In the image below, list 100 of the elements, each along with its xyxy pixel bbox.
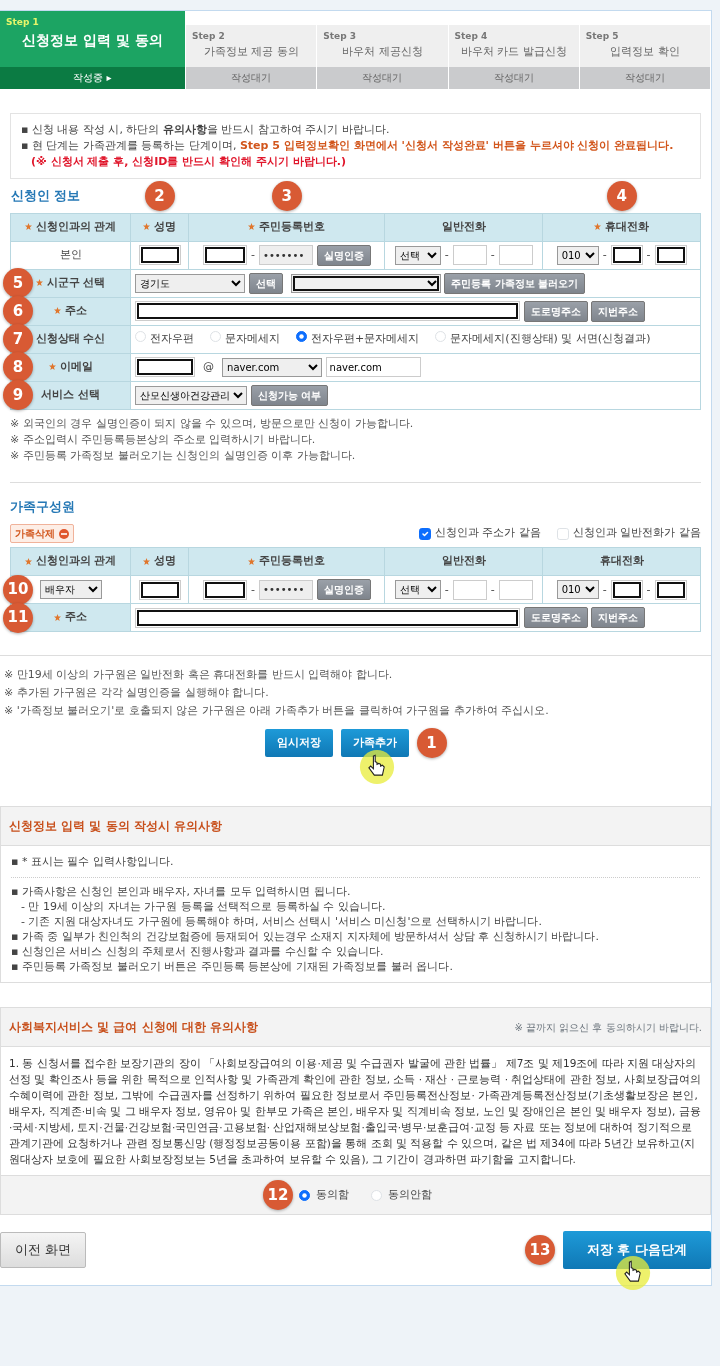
step-tab[interactable]: Step 3 바우처 제공신청 — [317, 25, 448, 67]
note-text: ※ 만19세 이상의 가구원은 일반전화 혹은 휴대전화를 반드시 입력해야 합니다. — [4, 667, 394, 683]
previous-button[interactable]: 이전 화면 — [0, 1232, 87, 1268]
row-label: 이메일 — [59, 359, 93, 373]
header-label: 휴대전화 — [599, 554, 644, 568]
notice-text: ▪ 신청 내용 작성 시, 하단의 유의사항을 반드시 참고하여 주시기 바랍니다. — [21, 122, 391, 138]
step-tab[interactable]: Step 4 바우처 카드 발급신청 — [448, 25, 579, 67]
required-icon — [143, 223, 151, 231]
row-label: 서비스 선택 — [41, 387, 100, 401]
required-icon — [248, 223, 256, 231]
header-label: 성명 — [154, 219, 177, 233]
box-title: 신청정보 입력 및 동의 작성시 유의사항 — [9, 818, 222, 835]
id-field[interactable]: ••••••• — [259, 245, 313, 265]
number-badge: 4 — [606, 180, 637, 211]
province-select[interactable]: 경기도 — [135, 273, 246, 293]
number-badge: 9 — [3, 380, 33, 410]
verify-button[interactable]: 실명인증 — [316, 244, 371, 266]
step-tab[interactable]: Step 1 신청정보 입력 및 동의 — [0, 11, 185, 67]
input-field[interactable] — [452, 579, 487, 600]
separator-text: - — [490, 248, 495, 261]
address-field[interactable] — [135, 301, 521, 321]
domain-select[interactable]: naver.com — [222, 357, 323, 377]
service-select[interactable]: 산모신생아건강관리 — [135, 385, 248, 405]
relation-select[interactable]: 배우자 — [39, 580, 102, 599]
row-label: 주소 — [65, 303, 88, 317]
input-field[interactable] — [203, 579, 248, 600]
row-label: 시군구 선택 — [46, 275, 106, 289]
input-field[interactable] — [654, 579, 687, 600]
number-badge: 5 — [3, 268, 33, 298]
number-badge: 3 — [271, 180, 302, 211]
required-icon — [35, 279, 43, 287]
input-field[interactable] — [203, 245, 248, 265]
required-icon — [143, 557, 151, 565]
input-field[interactable] — [452, 245, 487, 265]
select-field[interactable]: 선택 — [394, 245, 441, 265]
radio-label: 동의함 — [316, 1186, 349, 1203]
address-button[interactable]: 도로명주소 — [523, 607, 588, 628]
input-field[interactable] — [498, 579, 533, 600]
number-badge: 10 — [3, 574, 33, 605]
header-label: 일반전화 — [441, 219, 486, 233]
note-text: ※ '가족정보 불러오기'로 호출되지 않은 가구원은 아래 가족추가 버튼을 클릭하여 가구원을 추가하여 주십시오. — [4, 703, 550, 719]
required-icon — [594, 223, 602, 231]
select-field[interactable]: 010 — [556, 580, 599, 599]
note-text: ※ 주민등록 가족정보 불러오기는 신청인의 실명인증 이후 가능합니다. — [10, 447, 357, 464]
input-field[interactable] — [610, 579, 643, 600]
step-tab[interactable]: Step 5 입력정보 확인 — [579, 25, 710, 67]
input-field[interactable] — [138, 579, 181, 600]
radio-label: 문자메세지 — [225, 331, 281, 345]
address-button[interactable]: 지번주소 — [591, 607, 646, 628]
temp-save-button[interactable]: 임시저장 — [264, 729, 333, 757]
verify-button[interactable]: 실명인증 — [316, 579, 371, 600]
notice-text: ▪ 현 단계는 가족관계를 등록하는 단계이며, Step 5 입력정보확인 화면에서 '신청서 작성완료' 버튼을 누르셔야 신청이 완료됩니다. (※ 신청서 제출 후, 신청ID를 반드시 확인해 주시기 바랍니다.) — [21, 138, 675, 170]
address-button[interactable]: 지번주소 — [591, 300, 646, 322]
header-label: 신청인과의 관계 — [35, 554, 117, 568]
at-sign: @ — [203, 360, 215, 373]
number-badge: 6 — [3, 296, 33, 326]
step-status: 작성대기 — [448, 67, 579, 89]
load-family-button[interactable]: 주민등록 가족정보 불러오기 — [444, 272, 586, 294]
input-field[interactable] — [654, 245, 687, 265]
required-icon — [48, 363, 56, 371]
check-button[interactable]: 신청가능 여부 — [250, 384, 329, 406]
box-title: 사회복지서비스 및 급여 신청에 대한 유의사항 — [9, 1019, 258, 1036]
radio-button[interactable] — [296, 330, 308, 342]
step-tab[interactable]: Step 2 가족정보 제공 동의 — [186, 25, 317, 67]
radio-label: 전자우편+문자메세지 — [311, 331, 420, 345]
address-button[interactable]: 도로명주소 — [523, 300, 588, 322]
radio-label: 전자우편 — [150, 331, 195, 345]
domain-field[interactable]: naver.com — [325, 357, 421, 377]
step-status: 작성대기 — [579, 67, 710, 89]
input-field[interactable] — [138, 245, 181, 265]
header-label: 신청인과의 관계 — [35, 219, 117, 233]
separator-text: - — [602, 248, 607, 261]
delete-family-button[interactable]: 가족삭제 — [10, 524, 74, 543]
note-text: - 기존 지원 대상자녀도 가구원에 등록해야 하며, 서비스 선택시 '서비스 미신청'으로 선택하시기 바랍니다. — [20, 914, 543, 929]
input-field[interactable] — [135, 357, 196, 377]
required-icon — [248, 557, 256, 565]
number-badge: 1 — [416, 728, 447, 758]
separator-text: - — [646, 248, 651, 261]
separator-text: - — [490, 582, 495, 596]
id-field[interactable]: ••••••• — [259, 579, 313, 600]
row-label: 주소 — [65, 610, 88, 624]
select-field[interactable]: 선택 — [394, 580, 441, 599]
radio-button[interactable] — [299, 1189, 310, 1201]
required-icon — [54, 613, 62, 621]
number-badge: 2 — [144, 180, 175, 211]
terms-text: 1. 동 신청서를 접수한 보장기관의 장이 「사회보장급여의 이용·제공 및 수급권자 발굴에 관한 법률」 제7조 및 제19조에 따라 지원 대상자의 선정 및 확인조사 등을 위한 목적으로 인적사항 및 가족관계 확인에 관한 정보, 소득 · 재산 · 근로능력 · 취업상태에 관한 정보, 사회보장급여의 수혜이력에 관한 정보, 그밖에 수급권자를 선정하기 위하여 필요한 정보로서 주민등록전산정보· 가족관계등록전산정보(기초생활보장은 본인, 배우자, 직계존·비속 및 그 배우자 정보, 영유아 및 한부모 가족은 본인, 배우자 및 직계비속 정보, 노인 및 장애인은 본인 및 배우자 정보), 금융·국세·지방세, 토지·건물·건강보험·국민연금·고용보험· 산업재해보상보험·출입국·병무·보훈급여·교정 등 자료 또는 정보에 대하여 정기적으로 관계기관에 요청하거나 관련 정보통신망 (행정정보공동이용 포함)을 통해 조회 및 적용할 수 있으며, 같은 법 제34에 따라 5년간 보유하고(지원대상자 보호에 필요한 사회보장정보는 5년을 초과하여 보유할 수 있음), 그 기간이 경과하면 파기함을 고지합니다. — [8, 1056, 702, 1167]
radio-label: 동의안함 — [388, 1186, 432, 1203]
cursor-icon — [358, 749, 395, 785]
address-field[interactable] — [135, 607, 521, 628]
step-status: 작성대기 — [186, 67, 317, 89]
select-button[interactable]: 선택 — [248, 272, 283, 294]
input-field[interactable] — [498, 245, 533, 265]
district-select[interactable] — [290, 273, 441, 293]
input-field[interactable] — [610, 245, 643, 265]
checkbox[interactable] — [419, 527, 431, 540]
header-label: 성명 — [154, 554, 177, 568]
select-field[interactable]: 010 — [556, 245, 599, 265]
checkbox-label: 신청인과 일반전화가 같음 — [573, 525, 701, 542]
section-title: 신청인 정보 — [10, 188, 81, 203]
note-text: ▪ 주민등록 가족정보 불러오기 버튼은 주민등록 등본상에 기재된 가족정보를 불러 옵니다. — [11, 959, 454, 974]
